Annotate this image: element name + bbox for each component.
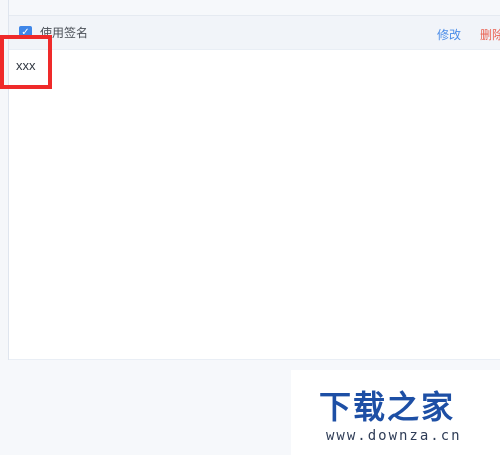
use-signature-label: 使用签名 xyxy=(40,26,89,40)
signature-settings-page: ✓ 使用签名 修改 删除 xxx 下载之家 www.downza.cn xyxy=(0,0,500,455)
edit-signature-link[interactable]: 修改 xyxy=(437,26,461,43)
signature-content-area: xxx xyxy=(9,50,500,360)
top-strip xyxy=(9,0,500,16)
signature-header: ✓ 使用签名 修改 删除 xyxy=(9,16,500,50)
watermark-brand-text: 下载之家 xyxy=(319,388,456,426)
delete-signature-link[interactable]: 删除 xyxy=(480,26,500,43)
watermark-url-text: www.downza.cn xyxy=(326,428,462,444)
watermark-logo: 下载之家 www.downza.cn xyxy=(291,370,500,455)
use-signature-checkbox[interactable]: ✓ xyxy=(19,26,32,39)
signature-text: xxx xyxy=(16,58,36,73)
left-rail xyxy=(0,0,9,360)
